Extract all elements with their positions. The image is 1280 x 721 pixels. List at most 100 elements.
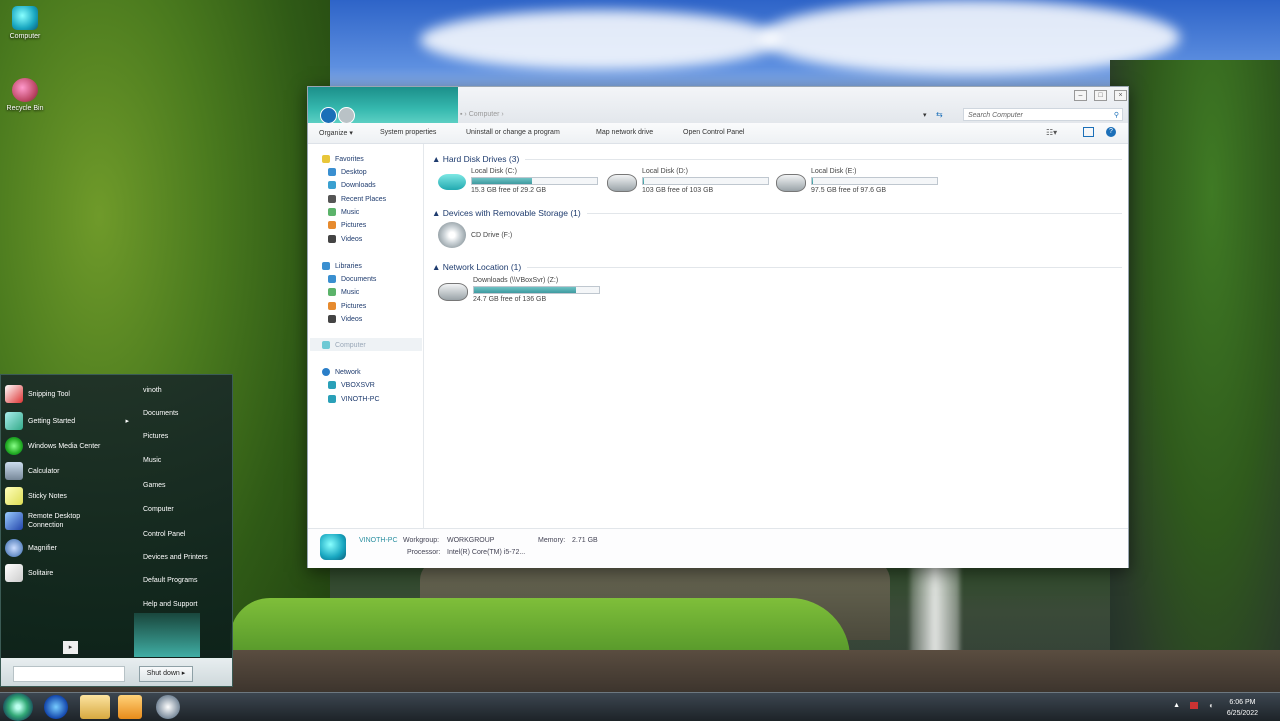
recycle-bin-icon: [12, 78, 38, 102]
nav-item-recent-places[interactable]: Recent Places: [328, 195, 386, 203]
desktop-icon-recycle-bin[interactable]: Recycle Bin: [0, 78, 50, 112]
tray-expand-icon[interactable]: ▲: [1173, 702, 1180, 709]
nav-item-desktop[interactable]: Desktop: [328, 168, 367, 176]
address-text: Computer: [468, 111, 500, 118]
nav-network[interactable]: Network: [322, 368, 361, 376]
link-default-programs[interactable]: Default Programs: [143, 577, 197, 584]
pictures-icon: [328, 302, 336, 310]
file-explorer-icon[interactable]: [80, 695, 110, 719]
details-pane: VINOTH-PC Workgroup: WORKGROUP Memory: 2…: [308, 528, 1128, 568]
link-pictures[interactable]: Pictures: [143, 433, 168, 440]
calculator-icon: [5, 462, 23, 480]
link-help-support[interactable]: Help and Support: [143, 601, 197, 608]
map-network-drive-button[interactable]: Map network drive: [596, 129, 653, 136]
program-snipping-tool[interactable]: Snipping Tool: [5, 385, 129, 403]
title-bar: ▪ › Computer › ▾ ⇆ Search Computer ⚲ – □…: [308, 87, 1128, 124]
program-solitaire[interactable]: Solitaire: [5, 564, 129, 582]
nav-favorites[interactable]: Favorites: [322, 155, 364, 163]
preview-pane-icon[interactable]: [1083, 127, 1094, 137]
link-user[interactable]: vinoth: [143, 387, 162, 394]
processor-label: Processor:: [407, 549, 441, 556]
drive-d[interactable]: Local Disk (D:) 103 GB free of 103 GB: [607, 168, 769, 194]
nav-item-vinoth-pc[interactable]: VINOTH-PC: [328, 395, 380, 403]
link-games[interactable]: Games: [143, 482, 166, 489]
nav-item-documents[interactable]: Documents: [328, 275, 376, 283]
downloads-icon: [328, 181, 336, 189]
drive-name: Local Disk (E:): [811, 168, 857, 175]
views-icon[interactable]: ☷▾: [1046, 128, 1057, 137]
shutdown-options-arrow-icon[interactable]: ▸: [182, 670, 186, 677]
program-getting-started[interactable]: Getting Started ▸: [5, 412, 129, 430]
desktop-icon-computer[interactable]: Computer: [0, 6, 50, 40]
drive-free-space: 103 GB free of 103 GB: [642, 187, 714, 194]
network-pc-icon: [328, 381, 336, 389]
help-icon[interactable]: ?: [1106, 127, 1116, 137]
forward-arrow-icon[interactable]: [338, 107, 355, 124]
nav-computer[interactable]: Computer: [322, 341, 366, 349]
program-magnifier[interactable]: Magnifier: [5, 539, 129, 557]
drive-f[interactable]: CD Drive (F:): [438, 222, 512, 248]
media-center-icon: [5, 437, 23, 455]
link-computer[interactable]: Computer: [143, 506, 174, 513]
search-input[interactable]: Search Computer ⚲: [963, 108, 1123, 121]
drive-e[interactable]: Local Disk (E:) 97.5 GB free of 97.6 GB: [776, 168, 938, 194]
program-windows-media-center[interactable]: Windows Media Center: [5, 437, 129, 455]
shutdown-button[interactable]: Shut down ▸: [139, 666, 193, 682]
workgroup-value: WORKGROUP: [447, 537, 495, 544]
link-documents[interactable]: Documents: [143, 410, 178, 417]
close-button[interactable]: ×: [1114, 90, 1127, 101]
start-search-input[interactable]: [13, 666, 125, 682]
nav-item-vboxsvr[interactable]: VBOXSVR: [328, 381, 375, 389]
back-arrow-icon[interactable]: [320, 107, 337, 124]
start-programs-list: Snipping Tool Getting Started ▸ Windows M…: [1, 375, 133, 658]
hard-drive-icon: [776, 174, 806, 192]
group-header-network[interactable]: ▲ Network Location (1): [432, 262, 1122, 272]
open-control-panel-button[interactable]: Open Control Panel: [683, 129, 744, 136]
system-clock[interactable]: 6:06 PM 6/25/2022: [1227, 697, 1258, 719]
start-button[interactable]: [3, 693, 33, 721]
cd-drive-icon: [438, 222, 466, 248]
media-player-icon[interactable]: [118, 695, 142, 719]
maximize-button[interactable]: □: [1094, 90, 1107, 101]
internet-explorer-icon[interactable]: [44, 695, 68, 719]
nav-item-videos[interactable]: Videos: [328, 235, 362, 243]
link-music[interactable]: Music: [143, 457, 161, 464]
uninstall-program-button[interactable]: Uninstall or change a program: [466, 129, 560, 136]
group-header-removable[interactable]: ▲ Devices with Removable Storage (1): [432, 208, 1122, 218]
address-dropdown-icon[interactable]: ▾: [923, 111, 927, 119]
drive-z[interactable]: Downloads (\\VBoxSvr) (Z:) 24.7 GB free …: [438, 277, 600, 303]
sticky-notes-icon: [5, 487, 23, 505]
nav-item-lib-music[interactable]: Music: [328, 288, 359, 296]
address-bar[interactable]: ▪ › Computer ›: [460, 109, 940, 121]
videos-icon: [328, 315, 336, 323]
nav-item-music[interactable]: Music: [328, 208, 359, 216]
documents-icon: [328, 275, 336, 283]
refresh-icon[interactable]: ⇆: [936, 110, 943, 119]
organize-button[interactable]: Organize ▾: [319, 129, 353, 137]
volume-icon[interactable]: ◐: [1209, 701, 1214, 710]
computer-small-icon: ▪ ›: [460, 111, 469, 118]
music-icon: [328, 288, 336, 296]
system-properties-button[interactable]: System properties: [380, 129, 436, 136]
pc-name: VINOTH-PC: [359, 537, 398, 544]
nav-item-lib-pictures[interactable]: Pictures: [328, 302, 366, 310]
program-remote-desktop[interactable]: Remote Desktop Connection: [5, 512, 129, 530]
nav-item-pictures[interactable]: Pictures: [328, 221, 366, 229]
link-control-panel[interactable]: Control Panel: [143, 531, 185, 538]
all-programs-arrow-icon[interactable]: ▸: [63, 641, 78, 654]
drive-c[interactable]: Local Disk (C:) 15.3 GB free of 29.2 GB: [438, 168, 598, 194]
nav-item-downloads[interactable]: Downloads: [328, 181, 376, 189]
clock-time: 6:06 PM: [1229, 699, 1256, 706]
program-calculator[interactable]: Calculator: [5, 462, 129, 480]
program-sticky-notes[interactable]: Sticky Notes: [5, 487, 129, 505]
minimize-button[interactable]: –: [1074, 90, 1087, 101]
group-header-hdd[interactable]: ▲ Hard Disk Drives (3): [432, 154, 1122, 164]
nav-item-lib-videos[interactable]: Videos: [328, 315, 362, 323]
snipping-tool-taskbar-icon[interactable]: [156, 695, 180, 719]
link-devices-printers[interactable]: Devices and Printers: [143, 554, 208, 561]
nav-libraries[interactable]: Libraries: [322, 262, 362, 270]
action-center-icon[interactable]: [1190, 702, 1198, 709]
drive-free-space: 15.3 GB free of 29.2 GB: [471, 187, 547, 194]
computer-icon: [320, 534, 346, 560]
processor-value: Intel(R) Core(TM) i5-72...: [447, 549, 526, 556]
